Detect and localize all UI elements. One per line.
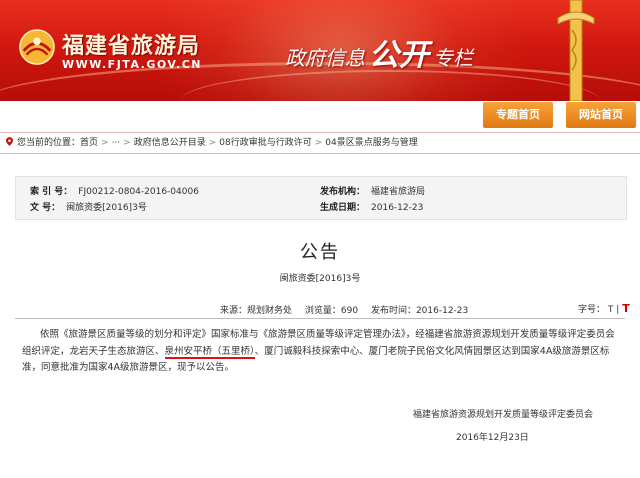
meta-docnum: 文 号： 闽旅资委[2016]3号 bbox=[30, 203, 147, 213]
huabiao-pillar-icon bbox=[557, 0, 595, 101]
document-number: 闽旅资委[2016]3号 bbox=[279, 274, 361, 284]
document-meta-box bbox=[15, 176, 627, 220]
location-pin-icon bbox=[6, 137, 13, 146]
font-size-control: 字号： T | T bbox=[578, 302, 630, 315]
breadcrumb-home[interactable]: 您当前的位置：首页 bbox=[17, 138, 98, 148]
header-banner: 福建省旅游局 WWW.FJTA.GOV.CN 政府信息 公开 专栏 bbox=[0, 0, 640, 101]
breadcrumb-item-approval[interactable]: 08行政审批与行政许可 bbox=[219, 138, 311, 148]
page-title: 公告 bbox=[300, 242, 340, 263]
topic-home-button[interactable]: 专题首页 bbox=[483, 102, 553, 128]
tourism-logo-icon bbox=[19, 29, 55, 65]
site-url: WWW.FJTA.GOV.CN bbox=[62, 58, 202, 71]
signing-organization: 福建省旅游资源规划开发质量等级评定委员会 bbox=[413, 410, 594, 420]
article-body: 依照《旅游景区质量等级的划分和评定》国家标准与《旅游景区质量等级评定管理办法》，… bbox=[22, 327, 620, 377]
breadcrumb: 您当前的位置：首页 > ··· > 政府信息公开目录 >08行政审批与行政许可 >04景区景… bbox=[6, 135, 418, 148]
meta-publisher: 发布机构： 福建省旅游局 bbox=[320, 187, 426, 197]
font-separator: | bbox=[616, 305, 620, 315]
slogan-part1: 政府信息 bbox=[285, 46, 365, 70]
divider bbox=[15, 318, 625, 319]
font-large-button[interactable]: T bbox=[622, 302, 630, 315]
slogan-part3: 专栏 bbox=[433, 46, 473, 70]
site-name: 福建省旅游局 bbox=[62, 33, 201, 59]
breadcrumb-item-ellipsis[interactable]: ··· bbox=[112, 138, 121, 148]
font-small-button[interactable]: T bbox=[608, 305, 614, 315]
meta-date: 生成日期： 2016-12-23 bbox=[320, 203, 424, 213]
article-views: 浏览量：690 bbox=[304, 306, 359, 316]
breadcrumb-item-directory[interactable]: 政府信息公开目录 bbox=[134, 138, 206, 148]
signing-date: 2016年12月23日 bbox=[456, 433, 529, 443]
slogan-part2: 公开 bbox=[369, 38, 429, 73]
article-info: 来源：规划财务处 浏览量：690 发布时间：2016-12-23 bbox=[220, 303, 478, 316]
site-home-button[interactable]: 网站首页 bbox=[566, 102, 636, 128]
article-source: 来源：规划财务处 bbox=[220, 306, 293, 316]
meta-index: 索 引 号： FJ00212-0804-2016-04006 bbox=[30, 187, 199, 197]
font-size-label: 字号： bbox=[578, 305, 606, 315]
breadcrumb-item-scenic[interactable]: 04景区景点服务与管理 bbox=[325, 138, 417, 148]
article-publish-date: 发布时间：2016-12-23 bbox=[370, 306, 469, 316]
body-highlight: 泉州安平桥（五里桥） bbox=[164, 345, 255, 359]
slogan: 政府信息 公开 专栏 bbox=[285, 30, 473, 74]
